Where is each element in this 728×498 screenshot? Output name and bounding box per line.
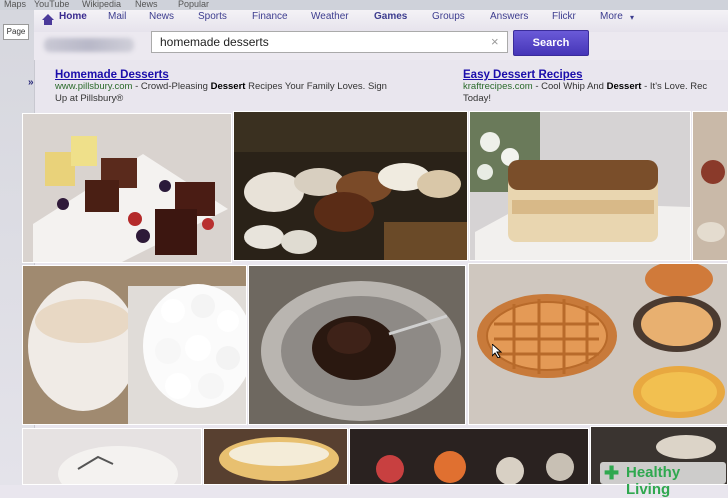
nav-weather[interactable]: Weather xyxy=(311,11,349,22)
healthy-living-watermark: ✚ Healthy Living xyxy=(600,462,726,498)
ad-desc-cont: - It's Love. Rec xyxy=(641,81,708,92)
chevron-down-icon[interactable]: ▾ xyxy=(630,13,634,22)
expand-chevron-icon[interactable]: » xyxy=(28,77,34,88)
plus-icon: ✚ xyxy=(604,463,620,483)
ad-bold-term: Dessert xyxy=(210,81,246,92)
nav-flickr[interactable]: Flickr xyxy=(552,11,576,22)
page-button[interactable]: Page xyxy=(3,24,29,40)
top-nav: Home Mail News Sports Finance Weather Ga… xyxy=(34,10,728,33)
bookmark-popular[interactable]: Popular xyxy=(178,0,209,9)
ad-title-link[interactable]: Easy Dessert Recipes xyxy=(463,69,728,81)
nav-games[interactable]: Games xyxy=(374,11,407,22)
ad-desc: - Crowd-Pleasing xyxy=(132,81,211,92)
ad-title-link[interactable]: Homemade Desserts xyxy=(55,69,430,81)
search-button[interactable]: Search xyxy=(513,30,589,56)
sponsored-result: Easy Dessert Recipes kraftrecipes.com - … xyxy=(463,69,728,105)
ad-desc-end: Today! xyxy=(463,93,491,104)
nav-sports[interactable]: Sports xyxy=(198,11,227,22)
ad-desc-end: Up at Pillsbury® xyxy=(55,93,124,104)
ad-bold-term: Dessert xyxy=(606,81,642,92)
result-image[interactable] xyxy=(692,111,728,261)
sponsored-result: Homemade Desserts www.pillsbury.com - Cr… xyxy=(55,69,430,105)
ad-desc-cont: Recipes Your Family Loves. Sign xyxy=(245,81,387,92)
result-image[interactable] xyxy=(469,111,691,261)
nav-answers[interactable]: Answers xyxy=(490,11,528,22)
result-image[interactable] xyxy=(233,111,468,261)
bookmark-wikipedia[interactable]: Wikipedia xyxy=(82,0,121,9)
nav-mail[interactable]: Mail xyxy=(108,11,126,22)
mouse-cursor-icon xyxy=(492,344,502,358)
ad-url: kraftrecipes.com xyxy=(463,81,533,92)
result-image[interactable] xyxy=(349,428,589,485)
result-image[interactable] xyxy=(22,265,247,425)
bookmark-news[interactable]: News xyxy=(135,0,158,9)
watermark-text: Healthy Living xyxy=(626,464,681,498)
nav-home[interactable]: Home xyxy=(59,11,87,22)
ad-url: www.pillsbury.com xyxy=(55,81,133,92)
result-image[interactable] xyxy=(248,265,466,425)
site-logo xyxy=(44,38,134,52)
bookmarks-bar: Maps YouTube Wikipedia News Popular xyxy=(0,0,728,10)
result-image[interactable] xyxy=(468,263,728,425)
ad-desc: - Cool Whip And xyxy=(532,81,607,92)
result-image[interactable] xyxy=(22,428,202,485)
nav-groups[interactable]: Groups xyxy=(432,11,465,22)
bookmark-maps[interactable]: Maps xyxy=(4,0,26,9)
bookmark-youtube[interactable]: YouTube xyxy=(34,0,69,9)
home-icon xyxy=(42,14,54,25)
result-image[interactable] xyxy=(22,113,232,263)
nav-more[interactable]: More xyxy=(600,11,623,22)
nav-finance[interactable]: Finance xyxy=(252,11,288,22)
nav-news[interactable]: News xyxy=(149,11,174,22)
search-input[interactable]: homemade desserts xyxy=(151,31,508,53)
clear-icon[interactable]: × xyxy=(491,34,499,49)
result-image[interactable] xyxy=(203,428,348,485)
